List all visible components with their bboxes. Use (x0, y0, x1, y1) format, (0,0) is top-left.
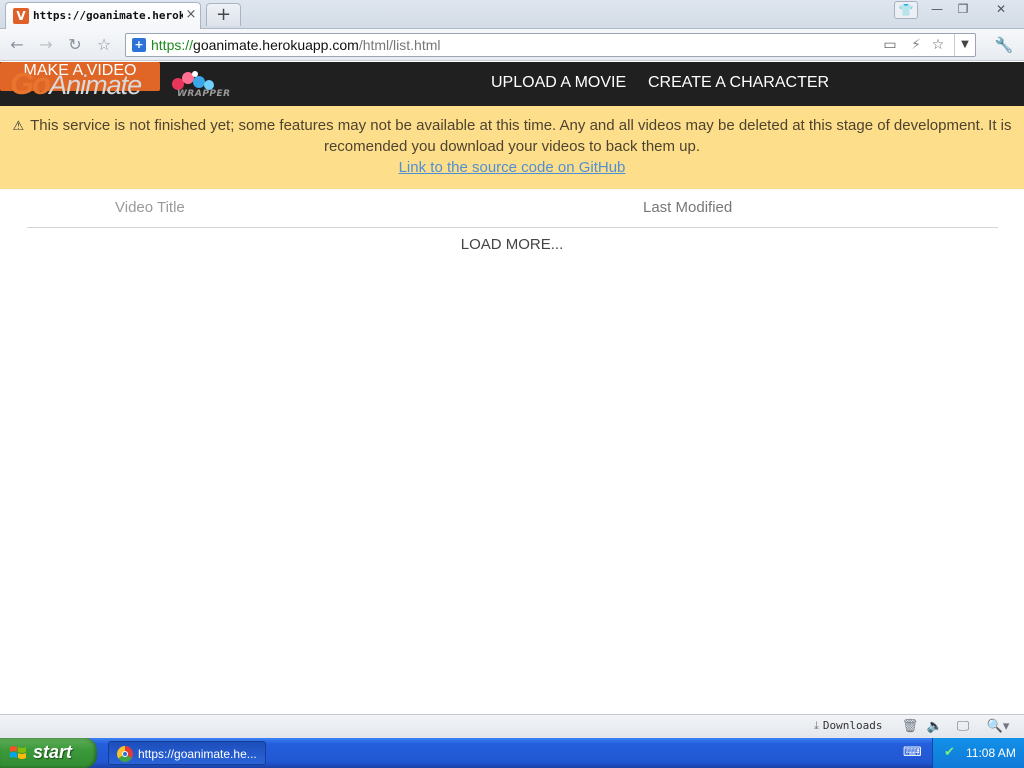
create-character-link[interactable]: CREATE A CHARACTER (648, 74, 829, 92)
column-header-video-title[interactable]: Video Title (115, 199, 185, 216)
reload-icon[interactable]: ↻ (64, 34, 86, 56)
github-source-link[interactable]: Link to the source code on GitHub (0, 159, 1024, 176)
taskbar-browser-item[interactable]: https://goanimate.he... (108, 741, 266, 765)
tab-title: https://goanimate.heroku (33, 9, 183, 22)
system-tray: ✔ 11:08 AM (932, 738, 1024, 768)
new-tab-button[interactable]: + (206, 3, 241, 26)
downloads-label: Downloads (822, 719, 883, 732)
url-host: goanimate.herokuapp.com (193, 37, 359, 53)
url-text[interactable]: https://goanimate.herokuapp.com/html/lis… (151, 37, 441, 53)
bookmark-star-icon[interactable]: ☆ (928, 36, 948, 54)
windows-flag-icon (10, 746, 26, 759)
site-favicon-icon: V (13, 8, 29, 24)
windows-taskbar: start https://goanimate.he... ⌨ ✔ 11:08 … (0, 738, 1024, 768)
wrench-menu-icon[interactable]: 🔧 (990, 34, 1018, 56)
video-list-header: Video Title Last Modified (27, 189, 998, 228)
notice-text: This service is not finished yet; some f… (30, 117, 1012, 134)
keyboard-icon[interactable]: ⌨ (903, 745, 922, 761)
site-header: GoAnimate WRAPPER UPLOAD A MOVIE CREATE … (0, 62, 1024, 106)
popup-blocked-icon[interactable]: ▭ (880, 36, 900, 54)
browser-statusbar: ⤓ Downloads 🗑 🔈 🖵 🔍▾ (0, 714, 1024, 738)
goanimate-logo[interactable]: GoAnimate WRAPPER (10, 66, 230, 102)
url-dropdown-icon[interactable]: ▼ (954, 34, 975, 56)
theme-icon[interactable]: 👕 (894, 1, 918, 19)
url-path: /html/list.html (358, 37, 441, 53)
minimize-button[interactable]: — (925, 1, 949, 19)
start-button[interactable]: start (0, 738, 97, 768)
logo-wrapper-text: WRAPPER (177, 89, 231, 99)
speaker-icon[interactable]: 🔈 (925, 718, 945, 736)
tray-status-icon[interactable]: ✔ (944, 745, 955, 760)
back-arrow-icon[interactable]: ← (6, 34, 28, 56)
browser-toolbar: ← → ↻ ☆ + https://goanimate.herokuapp.co… (0, 29, 1024, 61)
taskbar-item-label: https://goanimate.he... (138, 747, 257, 761)
logo-animate-text: Animate (49, 70, 142, 100)
zoom-icon[interactable]: 🔍▾ (983, 718, 1013, 736)
site-info-icon[interactable]: + (132, 38, 146, 52)
forward-arrow-icon[interactable]: → (35, 34, 57, 56)
browser-tabstrip: V https://goanimate.heroku × + 👕 — ❐ ✕ (0, 0, 1024, 29)
column-header-last-modified[interactable]: Last Modified (643, 199, 732, 216)
notice-text-line2: recomended you download your videos to b… (323, 138, 701, 155)
downloads-button[interactable]: ⤓ Downloads (814, 719, 882, 733)
restore-button[interactable]: ❐ (951, 1, 975, 19)
address-bar[interactable]: + https://goanimate.herokuapp.com/html/l… (125, 33, 976, 57)
load-more-button[interactable]: LOAD MORE... (0, 236, 1024, 253)
home-star-icon[interactable]: ☆ (93, 34, 115, 56)
upload-movie-link[interactable]: UPLOAD A MOVIE (491, 74, 626, 92)
url-scheme: https:// (151, 37, 194, 53)
chrome-icon (117, 746, 133, 762)
start-label: start (33, 742, 73, 762)
development-notice: ⚠ This service is not finished yet; some … (0, 106, 1024, 189)
browser-tab[interactable]: V https://goanimate.heroku × (5, 2, 201, 29)
close-window-button[interactable]: ✕ (989, 1, 1013, 19)
tab-close-icon[interactable]: × (184, 7, 198, 23)
trash-icon[interactable]: 🗑 (900, 718, 920, 736)
bolt-icon[interactable]: ⚡ (906, 36, 926, 54)
display-icon[interactable]: 🖵 (953, 718, 973, 736)
clock[interactable]: 11:08 AM (966, 746, 1016, 760)
logo-go-text: Go (10, 66, 51, 101)
notice-text-line1: ⚠ This service is not finished yet; some … (0, 117, 1024, 134)
download-icon: ⤓ (814, 719, 819, 732)
warning-icon: ⚠ (12, 119, 25, 134)
